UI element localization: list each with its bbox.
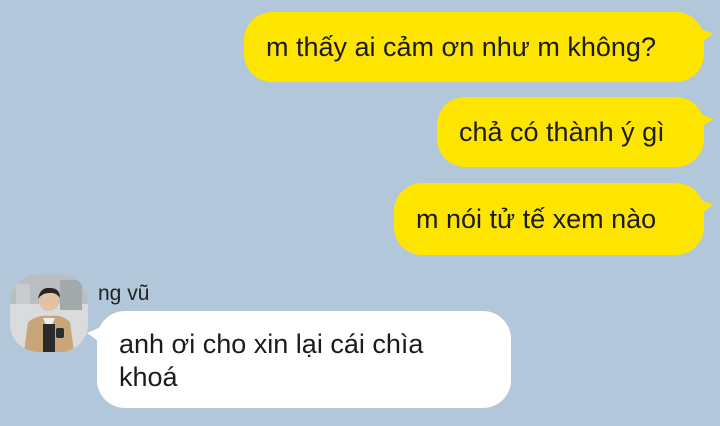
message-text: chả có thành ý gì xyxy=(459,116,665,147)
profile-photo-icon xyxy=(10,274,88,352)
message-text: anh ơi cho xin lại cái chìa khoá xyxy=(119,329,424,392)
chat-message-list[interactable]: m thấy ai cảm ơn như m không? chả có thà… xyxy=(0,0,720,426)
outgoing-message-bubble[interactable]: m nói tử tế xem nào xyxy=(394,183,713,255)
outgoing-message-bubble[interactable]: chả có thành ý gì xyxy=(437,97,713,167)
message-text: m nói tử tế xem nào xyxy=(416,203,657,234)
incoming-message-bubble[interactable]: anh ơi cho xin lại cái chìa khoá xyxy=(87,311,511,408)
sender-avatar[interactable] xyxy=(10,274,88,352)
message-text: m thấy ai cảm ơn như m không? xyxy=(266,31,656,62)
sender-name: ng vũ xyxy=(98,282,150,305)
outgoing-message-bubble[interactable]: m thấy ai cảm ơn như m không? xyxy=(244,12,713,82)
